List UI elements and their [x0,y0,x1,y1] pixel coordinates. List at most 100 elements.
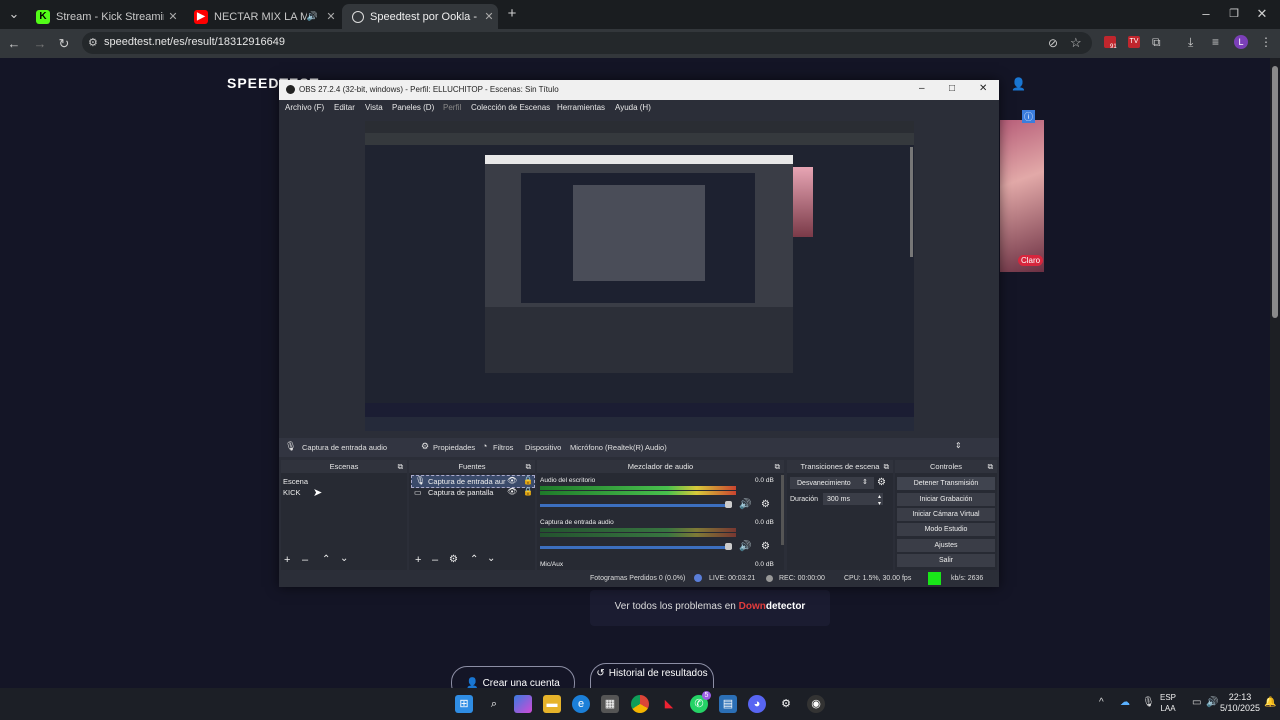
add-icon[interactable]: + [415,554,421,566]
speaker-icon[interactable]: 🔊 [307,11,318,22]
downdetector-link[interactable]: Ver todos los problemas en Downdetector [590,590,830,626]
properties-button[interactable]: Propiedades [433,443,475,452]
scene-item[interactable]: Escena [283,477,308,486]
star-icon[interactable]: ☆ [1070,35,1082,51]
maximize-icon[interactable]: □ [949,83,955,94]
download-icon[interactable]: ⤓ [1188,35,1193,50]
menu-paneles[interactable]: Paneles (D) [392,103,434,112]
dock-undock-icon[interactable]: ⧉ [884,460,889,473]
chrome-icon[interactable] [631,695,649,713]
source-item[interactable]: Captura de pantalla [428,488,493,497]
back-icon[interactable]: ← [6,36,22,52]
menu-icon[interactable]: ⋮ [1260,35,1272,49]
stop-stream-button[interactable]: Detener Transmisión [897,477,995,490]
scene-item[interactable]: KICK [283,488,301,497]
eye-off-icon[interactable]: ⊘ [1048,36,1058,50]
volume-slider[interactable] [540,546,732,549]
close-window-icon[interactable]: ✕ [1254,6,1270,22]
gear-icon[interactable]: ⚙ [449,554,458,565]
tab-kick[interactable]: K Stream - Kick Streaming ✕ [26,4,182,29]
chevron-up-icon[interactable]: ^ [1099,697,1104,708]
network-icon[interactable]: ▭ [1192,697,1201,708]
eye-icon[interactable]: 👁 [507,487,517,496]
menu-coleccion[interactable]: Colección de Escenas [471,103,550,112]
user-icon[interactable]: 👤 [1011,77,1026,91]
reading-list-icon[interactable]: ≡ [1212,35,1219,49]
obs-taskbar-icon[interactable]: ◉ [807,695,825,713]
remove-icon[interactable]: – [302,554,308,566]
menu-archivo[interactable]: Archivo (F) [285,103,324,112]
menu-ayuda[interactable]: Ayuda (H) [615,103,651,112]
slider-handle[interactable] [725,543,732,550]
store-icon[interactable]: ▦ [601,695,619,713]
start-virtual-camera-button[interactable]: Iniciar Cámara Virtual [897,508,995,521]
app-blue-icon[interactable]: ▤ [719,695,737,713]
settings-button[interactable]: Ajustes [897,539,995,552]
maximize-icon[interactable]: ❐ [1226,6,1242,22]
file-explorer-icon[interactable]: ▬ [543,695,561,713]
mixer-scrollbar[interactable] [781,475,784,545]
filters-button[interactable]: Filtros [493,443,513,452]
stepper-icon[interactable]: ▴ ▾ [878,493,881,507]
volume-slider[interactable] [540,504,732,507]
volume-icon[interactable]: 🔊 [1206,697,1218,708]
edge-icon[interactable]: e [572,695,590,713]
reload-icon[interactable]: ↻ [56,36,72,52]
close-icon[interactable]: ✕ [164,10,182,23]
system-clock[interactable]: 22:13 5/10/2025 [1220,692,1260,714]
tab-youtube[interactable]: ▶ NECTAR MIX LA MEJOR CU 🔊 ✕ [184,4,340,29]
url-text[interactable]: speedtest.net/es/result/18312916649 [104,36,285,48]
menu-perfil[interactable]: Perfil [443,103,461,112]
dock-undock-icon[interactable]: ⧉ [398,460,403,473]
menu-herramientas[interactable]: Herramientas [557,103,605,112]
gear-icon[interactable]: ⚙ [877,477,886,488]
studio-mode-button[interactable]: Modo Estudio [897,523,995,536]
minimize-icon[interactable]: – [1198,6,1214,22]
forward-icon[interactable]: → [32,36,48,52]
tv-extension-icon[interactable]: TV [1128,36,1140,48]
dock-undock-icon[interactable]: ⧉ [775,460,780,473]
dock-undock-icon[interactable]: ⧉ [526,460,531,473]
remove-icon[interactable]: – [432,554,438,566]
copilot-icon[interactable] [514,695,532,713]
site-info-icon[interactable]: ⚙ [88,36,98,49]
discord-icon[interactable]: ◕ [748,695,766,713]
notification-bell-icon[interactable]: 🔔 [1264,697,1276,708]
onedrive-icon[interactable]: ☁ [1120,697,1130,708]
ad-info-icon[interactable]: ⓘ [1022,110,1036,123]
move-down-icon[interactable]: ⌄ [487,553,495,564]
eye-icon[interactable]: 👁 [507,476,517,485]
filter-icon[interactable]: ◔ [482,441,487,451]
puzzle-icon[interactable]: ⧉ [1152,35,1161,50]
move-down-icon[interactable]: ⌄ [340,553,348,564]
close-icon[interactable]: ✕ [979,83,987,94]
advertisement-image[interactable] [1000,120,1044,272]
gear-icon[interactable]: ⚙ [421,441,429,452]
menu-vista[interactable]: Vista [365,103,383,112]
lock-icon[interactable]: 🔒 [523,487,533,496]
settings-gear-icon[interactable]: ⚙ [777,695,795,713]
chevron-updown-icon[interactable]: ⇕ [955,441,962,450]
gear-icon[interactable]: ⚙ [761,541,770,552]
new-tab-icon[interactable]: + [504,6,520,22]
tab-speedtest[interactable]: Speedtest por Ookla - La prueb ✕ [342,4,498,29]
obs-preview[interactable] [365,121,914,431]
app-red-icon[interactable]: ◣ [660,695,678,713]
speaker-icon[interactable]: 🔊 [739,541,751,552]
dock-undock-icon[interactable]: ⧉ [988,460,993,473]
search-icon[interactable]: ⌕ [485,695,503,713]
start-recording-button[interactable]: Iniciar Grabación [897,493,995,506]
menu-editar[interactable]: Editar [334,103,355,112]
microphone-icon[interactable]: 🎙 [1142,697,1155,708]
tab-search-icon[interactable]: ⌄ [6,6,22,22]
close-icon[interactable]: ✕ [322,10,340,23]
source-item[interactable]: Captura de entrada aur [428,477,506,486]
scrollbar-thumb[interactable] [1272,66,1278,318]
gear-icon[interactable]: ⚙ [761,499,770,510]
move-up-icon[interactable]: ⌃ [470,554,478,565]
add-icon[interactable]: + [284,554,290,566]
speaker-icon[interactable]: 🔊 [739,499,751,510]
minimize-icon[interactable]: – [919,83,925,94]
windows-start-icon[interactable]: ⊞ [455,695,473,713]
lock-icon[interactable]: 🔒 [523,476,533,485]
